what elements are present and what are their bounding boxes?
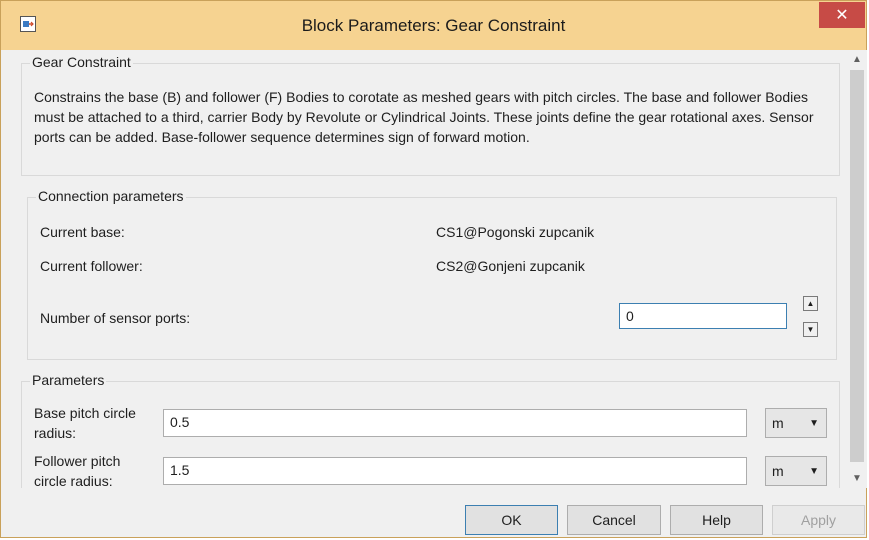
apply-button-label: Apply [800,512,837,528]
block-name-label: Gear Constraint [30,54,133,70]
base-radius-label-line1: Base pitch circle [34,405,136,421]
scroll-down-icon[interactable]: ▼ [852,473,862,484]
cancel-button-label: Cancel [592,512,636,528]
current-base-label: Current base: [40,224,125,240]
current-base-value: CS1@Pogonski zupcanik [436,224,595,240]
follower-radius-label-line2: circle radius: [34,473,113,488]
base-radius-input[interactable]: 0.5 [163,409,747,437]
follower-radius-label-line1: Follower pitch [34,453,121,469]
close-icon: ✕ [835,7,849,24]
close-button[interactable]: ✕ [819,2,865,28]
follower-radius-input[interactable]: 1.5 [163,457,747,485]
parameters-label: Parameters [30,372,107,388]
vertical-scrollbar[interactable]: ▲ ▼ [847,50,867,488]
sensor-ports-label: Number of sensor ports: [40,310,191,326]
chevron-down-icon: ▼ [809,418,819,429]
scroll-up-icon[interactable]: ▲ [852,54,862,65]
current-follower-label: Current follower: [40,258,143,274]
follower-radius-unit-select[interactable]: m ▼ [765,456,827,486]
connection-parameters-label: Connection parameters [36,188,186,204]
help-button[interactable]: Help [670,505,763,535]
follower-radius-unit: m [772,463,784,479]
connection-parameters-group: Connection parameters [27,188,837,360]
dialog-window: Block Parameters: Gear Constraint ✕ Gear… [0,0,867,538]
spin-down-icon[interactable]: ▼ [803,322,818,337]
title-bar[interactable]: Block Parameters: Gear Constraint ✕ [1,1,866,50]
sensor-ports-input[interactable]: 0 [619,303,787,329]
current-follower-value: CS2@Gonjeni zupcanik [436,258,585,274]
ok-button-label: OK [501,512,522,528]
apply-button[interactable]: Apply [772,505,865,535]
chevron-down-icon: ▼ [809,466,819,477]
spin-up-icon[interactable]: ▲ [803,296,818,311]
base-radius-unit-select[interactable]: m ▼ [765,408,827,438]
window-title: Block Parameters: Gear Constraint [301,16,566,35]
cancel-button[interactable]: Cancel [567,505,661,535]
base-radius-label-line2: radius: [34,425,77,441]
scrollbar-thumb[interactable] [850,70,864,462]
ok-button[interactable]: OK [465,505,558,535]
dialog-content[interactable]: Gear Constraint Constrains the base (B) … [15,50,846,488]
block-description: Constrains the base (B) and follower (F)… [34,89,814,145]
base-radius-unit: m [772,415,784,431]
help-button-label: Help [702,512,731,528]
